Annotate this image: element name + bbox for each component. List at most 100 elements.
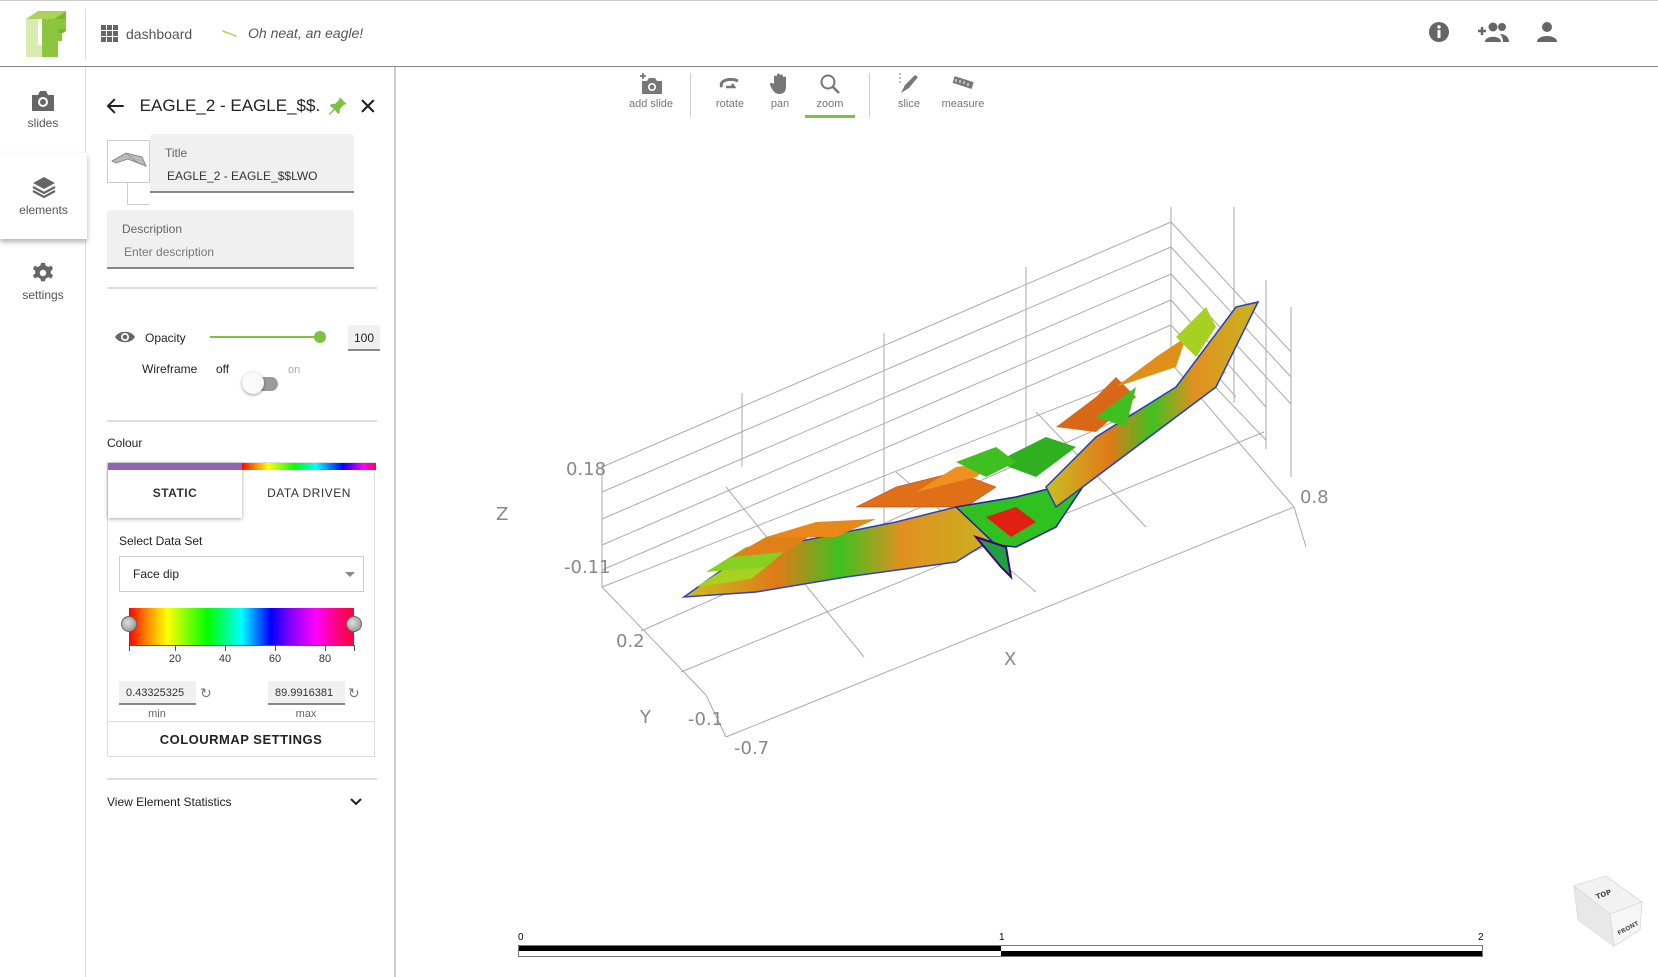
colormap-tick	[275, 645, 276, 651]
tool-label: pan	[770, 98, 790, 110]
chevron-down-icon	[350, 798, 362, 806]
description-field[interactable]: Description Enter description	[107, 210, 354, 269]
min-label: min	[148, 708, 166, 720]
pin-icon[interactable]	[327, 95, 349, 117]
opacity-slider-handle[interactable]	[314, 331, 326, 343]
min-value-input[interactable]: 0.43325325	[119, 681, 196, 705]
divider	[107, 420, 377, 422]
colormap-axis	[129, 645, 354, 646]
reset-min-icon[interactable]: ↻	[200, 685, 212, 702]
reset-max-icon[interactable]: ↻	[348, 685, 360, 702]
view-statistics-toggle[interactable]: View Element Statistics	[107, 795, 363, 809]
scene-canvas[interactable]: 0.18 Z -0.11 0.2 Y -0.1 -0.7 X 0.8	[396, 67, 1658, 977]
wireframe-off-label: off	[216, 362, 230, 376]
dashboard-link[interactable]: dashboard	[101, 25, 192, 42]
tool-label: rotate	[715, 98, 745, 110]
max-label: max	[295, 708, 317, 720]
tool-pan[interactable]: pan	[755, 73, 805, 114]
eye-icon[interactable]	[114, 330, 136, 344]
lf-logo[interactable]	[22, 11, 70, 57]
nav-elements-label: elements	[19, 203, 68, 217]
element-thumbnail[interactable]	[107, 140, 150, 183]
description-field-label: Description	[122, 222, 183, 236]
z-axis-label: Z	[496, 504, 508, 525]
back-arrow-icon[interactable]	[106, 96, 126, 116]
z-tick-label: -0.11	[564, 557, 611, 578]
tab-data-driven[interactable]: DATA DRIVEN	[242, 463, 376, 518]
navigation-cube[interactable]: TOP FRONT	[1564, 870, 1644, 955]
nav-settings[interactable]: settings	[0, 239, 86, 325]
opacity-row: Opacity 100	[114, 325, 384, 351]
tab-static[interactable]: STATIC	[108, 463, 242, 518]
tool-zoom[interactable]: zoom	[805, 73, 855, 118]
tool-label: zoom	[816, 98, 844, 110]
magnifier-icon	[820, 74, 840, 94]
scale-label: 2	[1478, 932, 1484, 943]
colormap-tick-label: 80	[318, 653, 332, 665]
panel-header: EAGLE_2 - EAGLE_$$...	[106, 95, 376, 117]
opacity-input[interactable]: 100	[348, 325, 380, 351]
divider	[107, 287, 377, 289]
3d-viewport[interactable]: 0.18 Z -0.11 0.2 Y -0.1 -0.7 X 0.8 add s…	[396, 67, 1658, 977]
nav-slides[interactable]: slides	[0, 67, 86, 153]
z-tick-label: 0.18	[566, 459, 606, 480]
colourmap-settings-button[interactable]: COLOURMAP SETTINGS	[108, 721, 374, 757]
slice-icon	[899, 73, 918, 93]
colour-section: STATIC DATA DRIVEN Select Data Set Face …	[107, 462, 376, 757]
colormap-tick	[129, 645, 130, 651]
ruler-icon	[952, 76, 974, 89]
wireframe-toggle-knob[interactable]	[242, 372, 264, 394]
info-icon[interactable]	[1428, 21, 1450, 43]
nav-slides-label: slides	[27, 116, 59, 130]
layers-icon	[31, 177, 56, 199]
tool-rotate[interactable]: rotate	[705, 73, 755, 114]
toolbar-divider	[690, 73, 691, 117]
x-axis-label: X	[1004, 649, 1016, 670]
tool-slice[interactable]: slice	[884, 73, 934, 114]
rotate-icon	[719, 77, 739, 89]
person-icon[interactable]	[1536, 21, 1558, 43]
nav-rail: slides elements settings	[0, 67, 87, 977]
nav-elements[interactable]: elements	[0, 153, 87, 239]
opacity-label: Opacity	[145, 331, 186, 345]
view-toolbar: add slide rotate pan zoom slice measure	[626, 73, 988, 118]
element-title: EAGLE_2 - EAGLE_$$...	[139, 96, 319, 115]
project-title: Oh neat, an eagle!	[222, 25, 363, 41]
colormap-tick	[354, 645, 355, 651]
add-group-icon[interactable]	[1476, 21, 1510, 43]
opacity-slider[interactable]	[210, 336, 320, 338]
tool-label: slice	[897, 98, 920, 110]
tree-connector	[127, 183, 149, 205]
scale-label: 1	[999, 932, 1005, 943]
tool-measure[interactable]: measure	[938, 73, 988, 114]
project-name: Oh neat, an eagle!	[248, 25, 364, 41]
x-tick-label: 0.8	[1300, 487, 1329, 508]
y-tick-label: -0.1	[688, 709, 723, 730]
max-value-input[interactable]: 89.9916381	[268, 681, 345, 705]
colormap-min-handle[interactable]	[121, 616, 137, 632]
colour-label: Colour	[107, 436, 143, 450]
dashboard-label: dashboard	[126, 25, 193, 42]
eagle-icon	[222, 30, 237, 37]
colormap-max-handle[interactable]	[346, 616, 362, 632]
wireframe-label: Wireframe	[142, 362, 198, 376]
title-field-value: EAGLE_2 - EAGLE_$$LWO	[167, 169, 318, 183]
apps-grid-icon	[101, 25, 118, 42]
element-panel: EAGLE_2 - EAGLE_$$... Title EAGLE_2 - EA…	[86, 67, 396, 977]
colormap-tick	[225, 645, 226, 651]
description-placeholder: Enter description	[124, 245, 215, 259]
divider	[85, 9, 86, 59]
dataset-select[interactable]: Face dip	[119, 556, 364, 592]
nav-settings-label: settings	[22, 288, 64, 302]
close-icon[interactable]	[360, 98, 376, 114]
y-axis-label: Y	[639, 707, 652, 728]
hand-icon	[769, 73, 786, 94]
camera-icon	[32, 91, 54, 111]
colormap-tick-label: 60	[268, 653, 282, 665]
x-tick-label: -0.7	[734, 738, 769, 759]
tool-label: add slide	[628, 98, 674, 110]
select-dataset-label: Select Data Set	[119, 534, 203, 548]
title-field[interactable]: Title EAGLE_2 - EAGLE_$$LWO	[150, 134, 354, 193]
tool-add-slide[interactable]: add slide	[626, 73, 676, 114]
top-bar: dashboard Oh neat, an eagle!	[0, 0, 1658, 67]
